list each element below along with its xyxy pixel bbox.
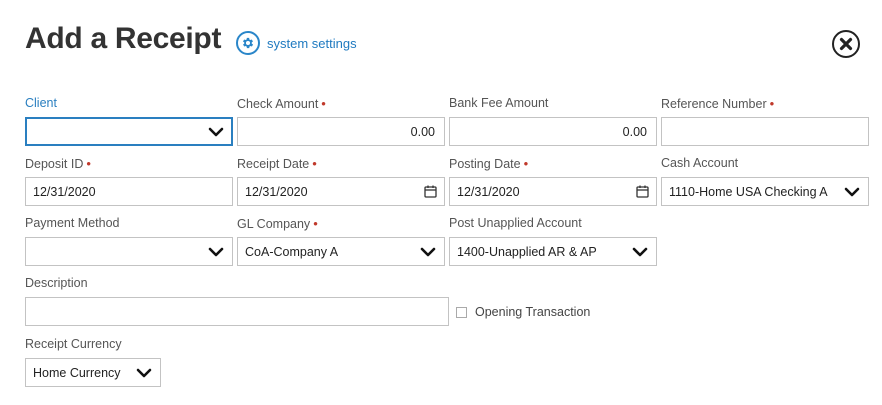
gear-icon — [236, 31, 260, 55]
system-settings-label: system settings — [267, 35, 357, 51]
calendar-icon[interactable] — [636, 185, 649, 198]
reference-number-input[interactable] — [661, 117, 869, 146]
description-label: Description — [25, 276, 88, 290]
bank-fee-amount-label: Bank Fee Amount — [449, 96, 549, 110]
posting-date-input[interactable]: 12/31/2020 — [449, 177, 657, 206]
close-icon — [839, 37, 853, 51]
post-unapplied-account-label: Post Unapplied Account — [449, 216, 582, 230]
payment-method-label: Payment Method — [25, 216, 120, 230]
system-settings-link[interactable]: system settings — [236, 31, 357, 55]
chevron-down-icon — [632, 247, 648, 256]
deposit-id-input[interactable]: 12/31/2020 — [25, 177, 233, 206]
opening-transaction-checkbox[interactable] — [456, 306, 467, 318]
gl-company-select[interactable]: CoA-Company A — [237, 237, 445, 266]
opening-transaction-option[interactable]: Opening Transaction — [456, 305, 590, 319]
reference-number-label: Reference Number • — [661, 96, 775, 111]
chevron-down-icon — [208, 247, 224, 256]
gl-company-label: GL Company • — [237, 216, 318, 231]
client-label: Client — [25, 96, 57, 110]
bank-fee-amount-input[interactable]: 0.00 — [449, 117, 657, 146]
close-button[interactable] — [832, 30, 860, 58]
chevron-down-icon — [208, 127, 224, 136]
receipt-date-input[interactable]: 12/31/2020 — [237, 177, 445, 206]
check-amount-input[interactable]: 0.00 — [237, 117, 445, 146]
chevron-down-icon — [136, 368, 152, 377]
description-input[interactable] — [25, 297, 449, 326]
cash-account-label: Cash Account — [661, 156, 739, 170]
client-select[interactable] — [25, 117, 233, 146]
post-unapplied-account-select[interactable]: 1400-Unapplied AR & AP — [449, 237, 657, 266]
receipt-date-label: Receipt Date • — [237, 156, 317, 171]
chevron-down-icon — [844, 187, 860, 196]
page-title: Add a Receipt — [25, 22, 222, 55]
chevron-down-icon — [420, 247, 436, 256]
cash-account-select[interactable]: 1110-Home USA Checking A — [661, 177, 869, 206]
deposit-id-label: Deposit ID • — [25, 156, 91, 171]
posting-date-label: Posting Date • — [449, 156, 529, 171]
calendar-icon[interactable] — [424, 185, 437, 198]
receipt-currency-select[interactable]: Home Currency — [25, 358, 161, 387]
opening-transaction-label: Opening Transaction — [475, 305, 591, 319]
check-amount-label: Check Amount • — [237, 96, 326, 111]
payment-method-select[interactable] — [25, 237, 233, 266]
receipt-currency-label: Receipt Currency — [25, 337, 122, 351]
